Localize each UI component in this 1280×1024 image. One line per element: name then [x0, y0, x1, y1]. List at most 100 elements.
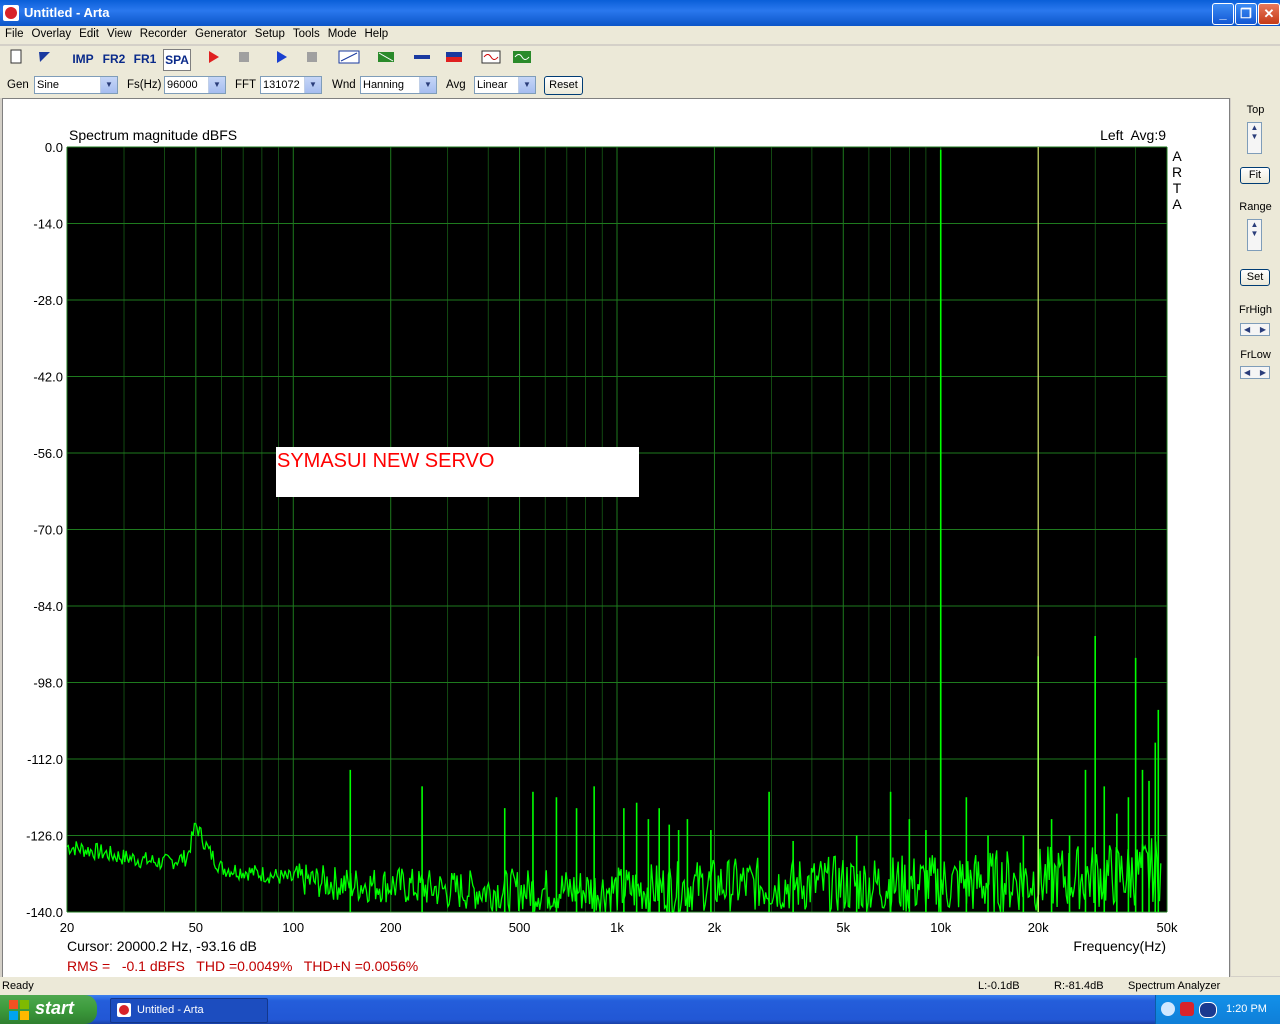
x-tick-label: 200	[380, 920, 402, 935]
minimize-button[interactable]: _	[1212, 3, 1234, 25]
chevron-down-icon[interactable]: ▼	[1248, 132, 1261, 141]
range-spinner[interactable]: ▲ ▼	[1247, 219, 1262, 251]
fr1-mode-button[interactable]: FR1	[132, 49, 158, 69]
fft-size-value: 131072	[263, 79, 300, 91]
plot-window: Spectrum magnitude dBFS Left Avg:9 A R T…	[2, 98, 1230, 978]
menu-view[interactable]: View	[102, 26, 135, 40]
menu-recorder[interactable]: Recorder	[135, 26, 190, 40]
security-shield-icon[interactable]	[1180, 1002, 1194, 1016]
status-left-level: L:-0.1dB	[978, 980, 1020, 992]
x-tick-label: 5k	[836, 920, 850, 935]
x-axis-label: Frequency(Hz)	[1073, 938, 1166, 954]
app-icon	[117, 1003, 131, 1017]
x-tick-label: 50	[189, 920, 203, 935]
y-tick-label: -112.0	[27, 752, 63, 767]
x-tick-label: 500	[509, 920, 531, 935]
channel-info: Left Avg:9	[1100, 127, 1166, 143]
spa-mode-button[interactable]: SPA	[163, 49, 191, 71]
x-tick-label: 20	[60, 920, 74, 935]
fr2-mode-button[interactable]: FR2	[101, 49, 127, 69]
windows-logo-icon	[9, 1000, 29, 1020]
chevron-up-icon[interactable]: ▲	[1248, 220, 1261, 229]
generator-select[interactable]: Sine ▼	[34, 76, 118, 94]
chevron-up-icon[interactable]: ▲	[1248, 123, 1261, 132]
fft-size-select[interactable]: 131072 ▼	[260, 76, 322, 94]
avg-label: Avg	[446, 79, 466, 91]
fft-label: FFT	[235, 79, 257, 91]
y-tick-label: -140.0	[26, 905, 63, 920]
status-mode: Spectrum Analyzer	[1128, 980, 1221, 992]
chevron-left-icon[interactable]: ◀	[1244, 325, 1250, 334]
y-axis-ticks: 0.0 -14.0 -28.0 -42.0 -56.0 -70.0 -84.0 -98.0 -1…	[26, 140, 63, 920]
generator-value: Sine	[37, 79, 60, 91]
chart-title: Spectrum magnitude dBFS	[69, 127, 237, 143]
menu-file[interactable]: File	[0, 26, 27, 40]
menu-mode[interactable]: Mode	[323, 26, 360, 40]
fit-button[interactable]: Fit	[1240, 167, 1270, 184]
open-file-icon[interactable]	[34, 49, 54, 69]
scope-icon[interactable]	[480, 49, 502, 69]
chevron-down-icon: ▼	[100, 77, 117, 93]
abc-calibrate-icon[interactable]	[337, 49, 361, 69]
annotation-text: SYMASUI NEW SERVO	[277, 450, 494, 472]
taskbar-item-arta[interactable]: Untitled - Arta	[110, 998, 268, 1023]
menu-overlay[interactable]: Overlay	[27, 26, 75, 40]
play-icon[interactable]	[271, 49, 291, 69]
menu-generator[interactable]: Generator	[190, 26, 250, 40]
title-bar: Untitled - Arta _ ❐ ✕	[0, 0, 1280, 26]
new-file-icon[interactable]	[6, 49, 26, 69]
samplerate-select[interactable]: 96000 ▼	[164, 76, 226, 94]
chevron-down-icon: ▼	[419, 77, 436, 93]
frlow-spinner[interactable]: ◀ ▶	[1240, 366, 1270, 379]
top-spinner[interactable]: ▲ ▼	[1247, 122, 1262, 154]
y-tick-label: -14.0	[33, 217, 63, 232]
meter-icon[interactable]	[443, 49, 465, 69]
averaging-select[interactable]: Linear ▼	[474, 76, 536, 94]
set-button[interactable]: Set	[1240, 269, 1270, 286]
wnd-label: Wnd	[332, 79, 356, 91]
app-icon[interactable]	[3, 5, 19, 21]
y-tick-label: -28.0	[33, 293, 63, 308]
close-button[interactable]: ✕	[1258, 3, 1280, 25]
cursor-readout: Cursor: 20000.2 Hz, -93.16 dB	[67, 938, 257, 954]
frhigh-label: FrHigh	[1238, 304, 1272, 316]
network-icon[interactable]	[1161, 1002, 1175, 1016]
x-tick-label: 1k	[610, 920, 624, 935]
impulse-mode-button[interactable]: IMP	[70, 49, 96, 69]
chevron-down-icon[interactable]: ▼	[1248, 229, 1261, 238]
menu-tools[interactable]: Tools	[288, 26, 323, 40]
chevron-right-icon[interactable]: ▶	[1260, 325, 1266, 334]
top-label: Top	[1246, 104, 1265, 116]
window-select[interactable]: Hanning ▼	[360, 76, 437, 94]
menu-help[interactable]: Help	[360, 26, 392, 40]
antivirus-icon[interactable]	[1199, 1002, 1217, 1018]
generator-icon[interactable]	[511, 49, 533, 69]
stop2-icon[interactable]	[302, 49, 322, 69]
stop-icon[interactable]	[234, 49, 254, 69]
chevron-left-icon[interactable]: ◀	[1244, 368, 1250, 377]
taskbar-item-label: Untitled - Arta	[137, 1004, 204, 1016]
status-bar: Ready L:-0.1dB R:-81.4dB Spectrum Analyz…	[0, 977, 1280, 995]
spectrum-chart[interactable]: Spectrum magnitude dBFS Left Avg:9 A R T…	[3, 99, 1229, 977]
logo-letter: T	[1173, 180, 1182, 196]
frhigh-spinner[interactable]: ◀ ▶	[1240, 323, 1270, 336]
right-panel: Top ▲ ▼ Fit Range ▲ ▼ Set FrHigh ◀ ▶ FrLow …	[1231, 98, 1280, 976]
arta-logo: A R T A	[1172, 148, 1182, 212]
taskbar: start Untitled - Arta 1:20 PM	[0, 995, 1280, 1024]
system-tray: 1:20 PM	[1155, 995, 1280, 1024]
measure-icon[interactable]	[375, 49, 397, 69]
restore-button[interactable]: ❐	[1235, 3, 1257, 25]
menu-edit[interactable]: Edit	[74, 26, 102, 40]
reset-button[interactable]: Reset	[544, 76, 583, 95]
averaging-value: Linear	[477, 79, 508, 91]
record-play-icon[interactable]	[203, 49, 223, 69]
x-tick-label: 20k	[1028, 920, 1049, 935]
start-button[interactable]: start	[0, 995, 97, 1024]
probe-icon[interactable]	[411, 49, 433, 69]
chevron-right-icon[interactable]: ▶	[1260, 368, 1266, 377]
y-tick-label: -98.0	[33, 676, 63, 691]
gen-label: Gen	[7, 79, 29, 91]
x-tick-label: 100	[282, 920, 304, 935]
chevron-down-icon: ▼	[304, 77, 321, 93]
menu-setup[interactable]: Setup	[250, 26, 288, 40]
